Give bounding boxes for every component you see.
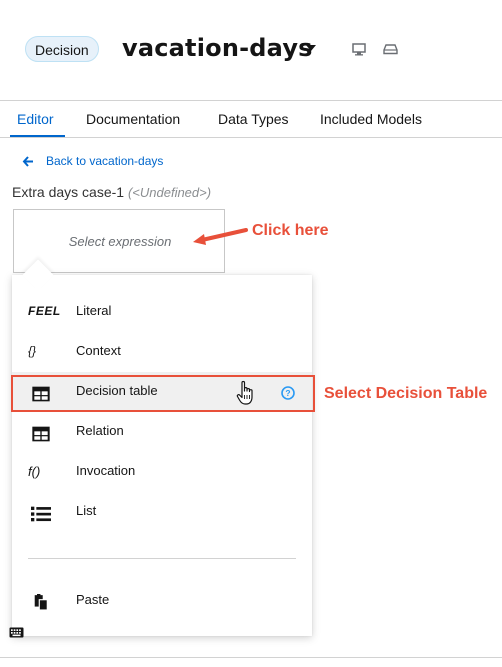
annotation-select-decision-table: Select Decision Table (324, 385, 488, 402)
menu-item-label: Relation (76, 423, 124, 438)
keyboard-icon[interactable] (9, 627, 24, 638)
menu-item-list[interactable]: List (12, 492, 312, 532)
menu-item-invocation[interactable]: f() Invocation (12, 452, 312, 492)
expression-header: Extra days case-1 (<Undefined>) (12, 184, 211, 200)
menu-item-paste[interactable]: Paste (12, 581, 312, 621)
hand-cursor-icon (236, 380, 253, 405)
expression-name: Extra days case-1 (12, 184, 125, 200)
table-icon (32, 426, 50, 442)
header-divider (0, 100, 502, 101)
annotation-click-here: Click here (252, 222, 329, 239)
tabs-divider (0, 137, 502, 138)
tab-data-types[interactable]: Data Types (218, 111, 289, 127)
menu-item-context[interactable]: {} Context (12, 332, 312, 372)
footer-divider (0, 657, 502, 658)
monitor-icon[interactable] (352, 43, 366, 56)
tab-editor[interactable]: Editor (17, 111, 54, 127)
menu-divider (28, 558, 296, 559)
drive-icon[interactable] (383, 43, 398, 55)
svg-text:?: ? (285, 388, 290, 398)
menu-item-label: List (76, 503, 97, 518)
menu-item-label: Paste (76, 592, 110, 607)
menu-item-label: Invocation (76, 463, 136, 478)
tab-included-models[interactable]: Included Models (320, 111, 422, 127)
tab-documentation[interactable]: Documentation (86, 111, 180, 127)
braces-icon: {} (28, 344, 37, 358)
arrow-left-icon[interactable] (22, 155, 35, 168)
feel-icon: FEEL (28, 304, 61, 318)
help-icon[interactable]: ? (281, 386, 295, 400)
menu-item-literal[interactable]: FEEL Literal (12, 292, 312, 332)
page-title: vacation-days (122, 34, 313, 62)
menu-item-label: Context (76, 343, 121, 358)
function-icon: f() (28, 464, 41, 479)
decision-badge: Decision (25, 36, 99, 62)
back-link[interactable]: Back to vacation-days (46, 154, 163, 168)
list-icon (31, 506, 51, 522)
menu-item-label: Literal (76, 303, 112, 318)
chevron-down-icon[interactable] (306, 45, 316, 51)
annotation-highlight-box (11, 375, 315, 412)
expression-type: (<Undefined>) (127, 185, 212, 200)
annotation-arrow-icon (193, 228, 248, 245)
paste-icon (34, 594, 48, 610)
menu-item-relation[interactable]: Relation (12, 412, 312, 452)
